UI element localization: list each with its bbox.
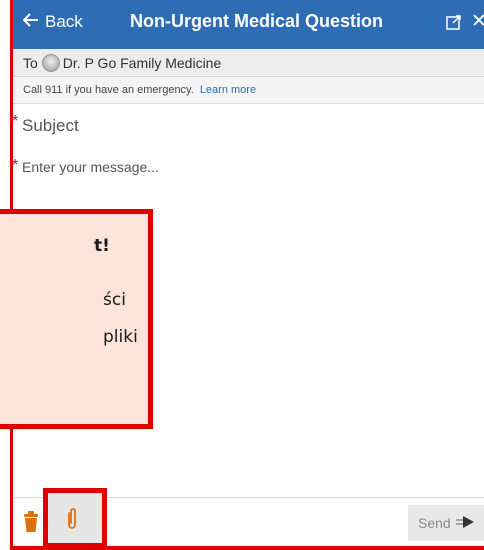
subject-placeholder: Subject <box>22 116 79 135</box>
tooltip-callout: t! ści pliki <box>0 209 153 429</box>
trash-icon[interactable] <box>23 511 39 535</box>
required-marker: * <box>12 157 19 174</box>
message-field[interactable]: * Enter your message... <box>12 157 484 175</box>
close-icon[interactable]: ✕ <box>471 10 484 33</box>
page-title: Non-Urgent Medical Question <box>130 11 384 31</box>
arrow-right-icon <box>455 515 475 532</box>
callout-line-1: ści <box>103 290 126 310</box>
to-label: To <box>23 54 38 71</box>
popout-icon[interactable] <box>446 14 462 30</box>
back-label: Back <box>45 12 83 31</box>
frame-bottom-border <box>10 546 484 550</box>
paperclip-icon <box>66 507 78 531</box>
attach-button[interactable] <box>43 488 107 548</box>
back-button[interactable]: Back <box>22 12 83 32</box>
callout-line-2: pliki <box>103 327 138 347</box>
emergency-text: Call 911 if you have an emergency. <box>23 84 194 96</box>
send-button[interactable]: Send <box>408 505 484 541</box>
recipient-name: Dr. P Go Family Medicine <box>62 54 222 71</box>
message-placeholder: Enter your message... <box>22 159 159 175</box>
recipient-row: To Dr. P Go Family Medicine <box>13 49 484 77</box>
arrow-left-icon <box>22 12 39 32</box>
subject-field[interactable]: * Subject <box>12 113 484 136</box>
avatar <box>41 53 60 72</box>
callout-title: t! <box>94 236 110 256</box>
send-label: Send <box>418 515 451 531</box>
window-header: Back Non-Urgent Medical Question ✕ <box>13 0 484 49</box>
required-marker: * <box>12 113 19 130</box>
learn-more-link[interactable]: Learn more <box>200 84 256 96</box>
emergency-notice: Call 911 if you have an emergency. Learn… <box>13 77 484 104</box>
